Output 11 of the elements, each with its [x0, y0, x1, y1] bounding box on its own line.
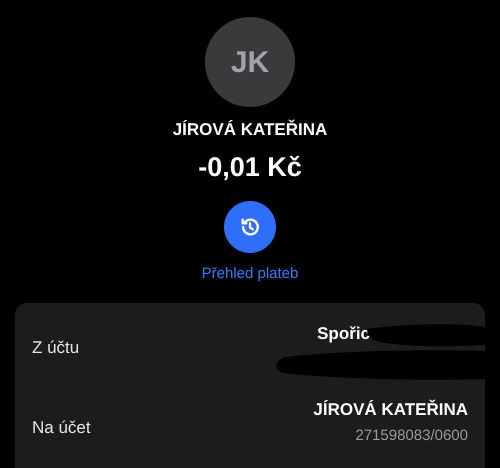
amount: -0,01 Kč [198, 150, 302, 184]
history-button[interactable] [224, 201, 276, 253]
avatar-initials: JK [230, 44, 270, 80]
detail-label: Na účet [32, 416, 91, 438]
account-number: 271598083/0600 [355, 426, 468, 446]
detail-value: Spořic [317, 322, 370, 344]
history-icon [239, 216, 261, 238]
history-link[interactable]: Přehled plateb [202, 263, 298, 286]
detail-label: Z účtu [32, 336, 80, 358]
detail-value: JÍROVÁ KATEŘINA [313, 398, 468, 420]
contact-name: JÍROVÁ KATEŘINA [172, 118, 328, 141]
